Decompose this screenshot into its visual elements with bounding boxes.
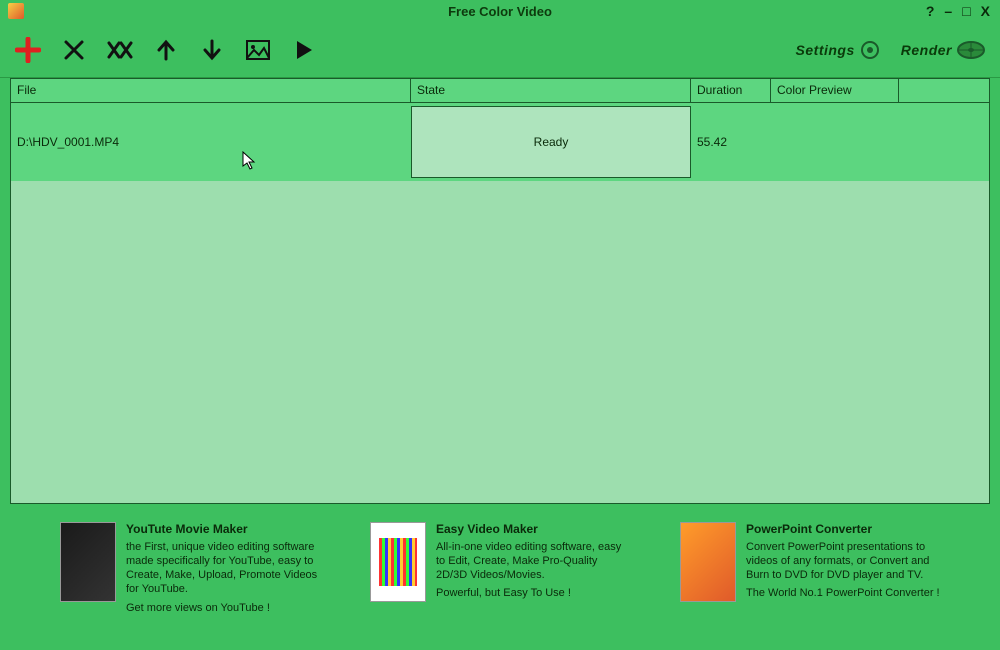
- move-up-button[interactable]: [152, 36, 180, 64]
- close-button[interactable]: X: [979, 3, 992, 19]
- cell-state: Ready: [411, 106, 691, 178]
- disc-icon: [956, 38, 986, 62]
- promo-text: Easy Video Maker All-in-one video editin…: [436, 522, 630, 615]
- double-x-icon: [107, 39, 133, 61]
- toolbar: Settings Render: [0, 22, 1000, 78]
- render-label: Render: [901, 42, 952, 58]
- maximize-button[interactable]: □: [960, 3, 972, 19]
- promo-text: YouTute Movie Maker the First, unique vi…: [126, 522, 320, 615]
- col-header-rest: [899, 79, 989, 102]
- promo-desc: the First, unique video editing software…: [126, 540, 320, 597]
- table-body: D:\HDV_0001.MP4 Ready 55.42: [11, 103, 989, 503]
- promo-area: YouTute Movie Maker the First, unique vi…: [60, 522, 940, 615]
- cell-file: D:\HDV_0001.MP4: [11, 135, 411, 149]
- promo-image: [60, 522, 116, 602]
- titlebar: Free Color Video ? – □ X: [0, 0, 1000, 22]
- promo-title: PowerPoint Converter: [746, 522, 940, 538]
- promo-desc: Convert PowerPoint presentations to vide…: [746, 540, 940, 583]
- settings-label: Settings: [796, 42, 855, 58]
- arrow-down-icon: [202, 39, 222, 61]
- window-controls: ? – □ X: [924, 3, 992, 19]
- promo-image: [680, 522, 736, 602]
- promo-tagline: Get more views on YouTube !: [126, 601, 320, 615]
- help-button[interactable]: ?: [924, 3, 937, 19]
- plus-icon: [15, 37, 41, 63]
- promo-tagline: The World No.1 PowerPoint Converter !: [746, 586, 940, 600]
- play-icon: [294, 39, 314, 61]
- window-title: Free Color Video: [448, 4, 552, 19]
- promo-easy-video-maker[interactable]: Easy Video Maker All-in-one video editin…: [370, 522, 630, 615]
- remove-all-button[interactable]: [106, 36, 134, 64]
- image-button[interactable]: [244, 36, 272, 64]
- cell-preview: [771, 103, 899, 181]
- col-header-file[interactable]: File: [11, 79, 411, 102]
- col-header-duration[interactable]: Duration: [691, 79, 771, 102]
- file-table: File State Duration Color Preview D:\HDV…: [10, 78, 990, 504]
- table-row[interactable]: D:\HDV_0001.MP4 Ready 55.42: [11, 103, 989, 181]
- minimize-button[interactable]: –: [942, 3, 954, 19]
- promo-desc: All-in-one video editing software, easy …: [436, 540, 630, 583]
- promo-title: YouTute Movie Maker: [126, 522, 320, 538]
- remove-button[interactable]: [60, 36, 88, 64]
- move-down-button[interactable]: [198, 36, 226, 64]
- render-button[interactable]: Render: [901, 38, 986, 62]
- promo-tagline: Powerful, but Easy To Use !: [436, 586, 630, 600]
- col-header-state[interactable]: State: [411, 79, 691, 102]
- x-icon: [63, 39, 85, 61]
- image-icon: [246, 40, 270, 60]
- promo-title: Easy Video Maker: [436, 522, 630, 538]
- gear-icon: [859, 39, 881, 61]
- play-button[interactable]: [290, 36, 318, 64]
- promo-text: PowerPoint Converter Convert PowerPoint …: [746, 522, 940, 615]
- promo-youtube-movie-maker[interactable]: YouTute Movie Maker the First, unique vi…: [60, 522, 320, 615]
- arrow-up-icon: [156, 39, 176, 61]
- cell-duration: 55.42: [691, 135, 771, 149]
- settings-button[interactable]: Settings: [796, 39, 881, 61]
- app-icon: [8, 3, 24, 19]
- table-header: File State Duration Color Preview: [11, 79, 989, 103]
- promo-powerpoint-converter[interactable]: PowerPoint Converter Convert PowerPoint …: [680, 522, 940, 615]
- promo-image: [370, 522, 426, 602]
- add-button[interactable]: [14, 36, 42, 64]
- col-header-preview[interactable]: Color Preview: [771, 79, 899, 102]
